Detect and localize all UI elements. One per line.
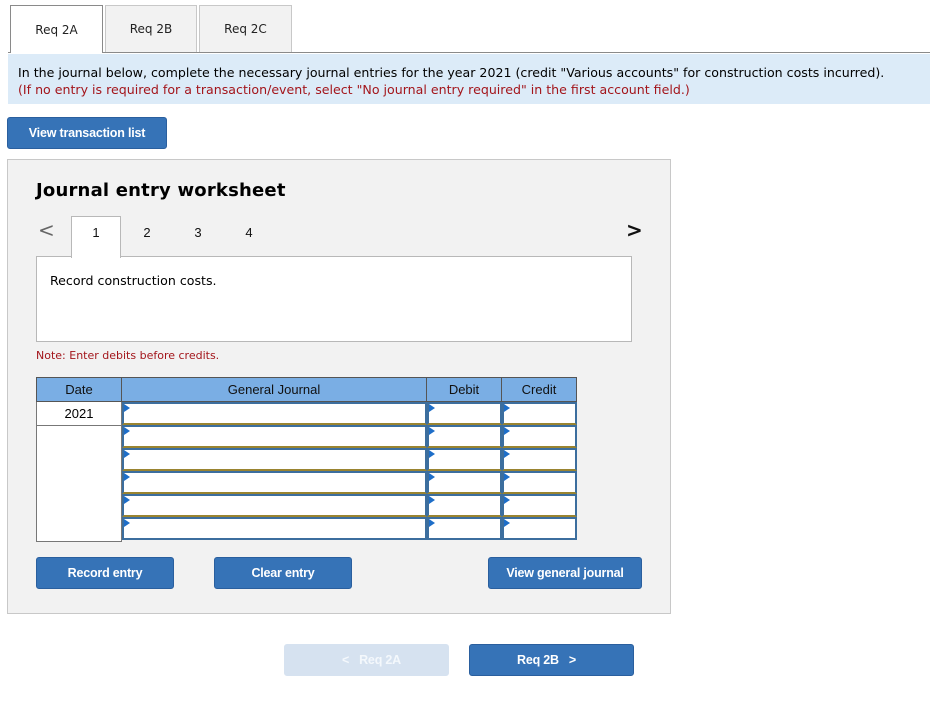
credit-input[interactable] <box>502 448 577 471</box>
debit-credit-note: Note: Enter debits before credits. <box>36 349 220 362</box>
instructions-banner: In the journal below, complete the neces… <box>8 54 930 104</box>
transaction-description: Record construction costs. <box>50 273 217 288</box>
instruction-hint: (If no entry is required for a transacti… <box>18 82 690 97</box>
clear-entry-button[interactable]: Clear entry <box>214 557 352 589</box>
debit-input[interactable] <box>427 517 502 540</box>
next-requirement-button[interactable]: Req 2B > <box>469 644 634 676</box>
step-tab-4[interactable]: 4 <box>224 216 274 258</box>
journal-entry-worksheet: Journal entry worksheet < > 1 2 3 4 Reco… <box>7 159 671 614</box>
credit-input[interactable] <box>502 471 577 494</box>
previous-requirement-label: Req 2A <box>359 653 401 667</box>
transaction-description-box: Record construction costs. <box>36 256 632 342</box>
account-input[interactable] <box>122 471 427 494</box>
credit-input[interactable] <box>502 402 577 425</box>
step-tab-1[interactable]: 1 <box>71 216 121 258</box>
date-cell <box>36 449 122 473</box>
requirement-tabs: Req 2A Req 2B Req 2C <box>8 5 930 53</box>
tab-req-2a[interactable]: Req 2A <box>10 5 103 53</box>
debit-input[interactable] <box>427 402 502 425</box>
debit-input[interactable] <box>427 471 502 494</box>
step-tab-3[interactable]: 3 <box>173 216 223 258</box>
chevron-right-icon[interactable]: > <box>626 218 643 242</box>
date-cell <box>36 426 122 450</box>
view-general-journal-button[interactable]: View general journal <box>488 557 642 589</box>
previous-requirement-button[interactable]: < Req 2A <box>284 644 449 676</box>
worksheet-title: Journal entry worksheet <box>36 180 286 201</box>
record-entry-button[interactable]: Record entry <box>36 557 174 589</box>
tab-req-2b[interactable]: Req 2B <box>105 5 197 52</box>
date-cell <box>36 518 122 542</box>
view-transaction-list-button[interactable]: View transaction list <box>7 117 167 149</box>
column-header-date: Date <box>36 377 122 402</box>
credit-input[interactable] <box>502 425 577 448</box>
credit-input[interactable] <box>502 517 577 540</box>
column-header-debit: Debit <box>426 377 502 402</box>
debit-input[interactable] <box>427 425 502 448</box>
date-cell: 2021 <box>36 402 122 426</box>
account-input[interactable] <box>122 517 427 540</box>
debit-input[interactable] <box>427 494 502 517</box>
step-tab-2[interactable]: 2 <box>122 216 172 258</box>
credit-input[interactable] <box>502 494 577 517</box>
tab-req-2c[interactable]: Req 2C <box>199 5 292 52</box>
debit-input[interactable] <box>427 448 502 471</box>
chevron-right-icon: > <box>568 653 576 667</box>
tab-baseline <box>8 52 930 53</box>
column-header-general-journal: General Journal <box>121 377 427 402</box>
instruction-text: In the journal below, complete the neces… <box>18 65 885 80</box>
next-requirement-label: Req 2B <box>517 653 559 667</box>
chevron-left-icon: < <box>342 653 350 667</box>
account-input[interactable] <box>122 402 427 425</box>
account-input[interactable] <box>122 425 427 448</box>
chevron-left-icon[interactable]: < <box>38 218 55 242</box>
date-cell <box>36 472 122 496</box>
account-input[interactable] <box>122 494 427 517</box>
column-header-credit: Credit <box>501 377 577 402</box>
date-cell <box>36 495 122 519</box>
account-input[interactable] <box>122 448 427 471</box>
